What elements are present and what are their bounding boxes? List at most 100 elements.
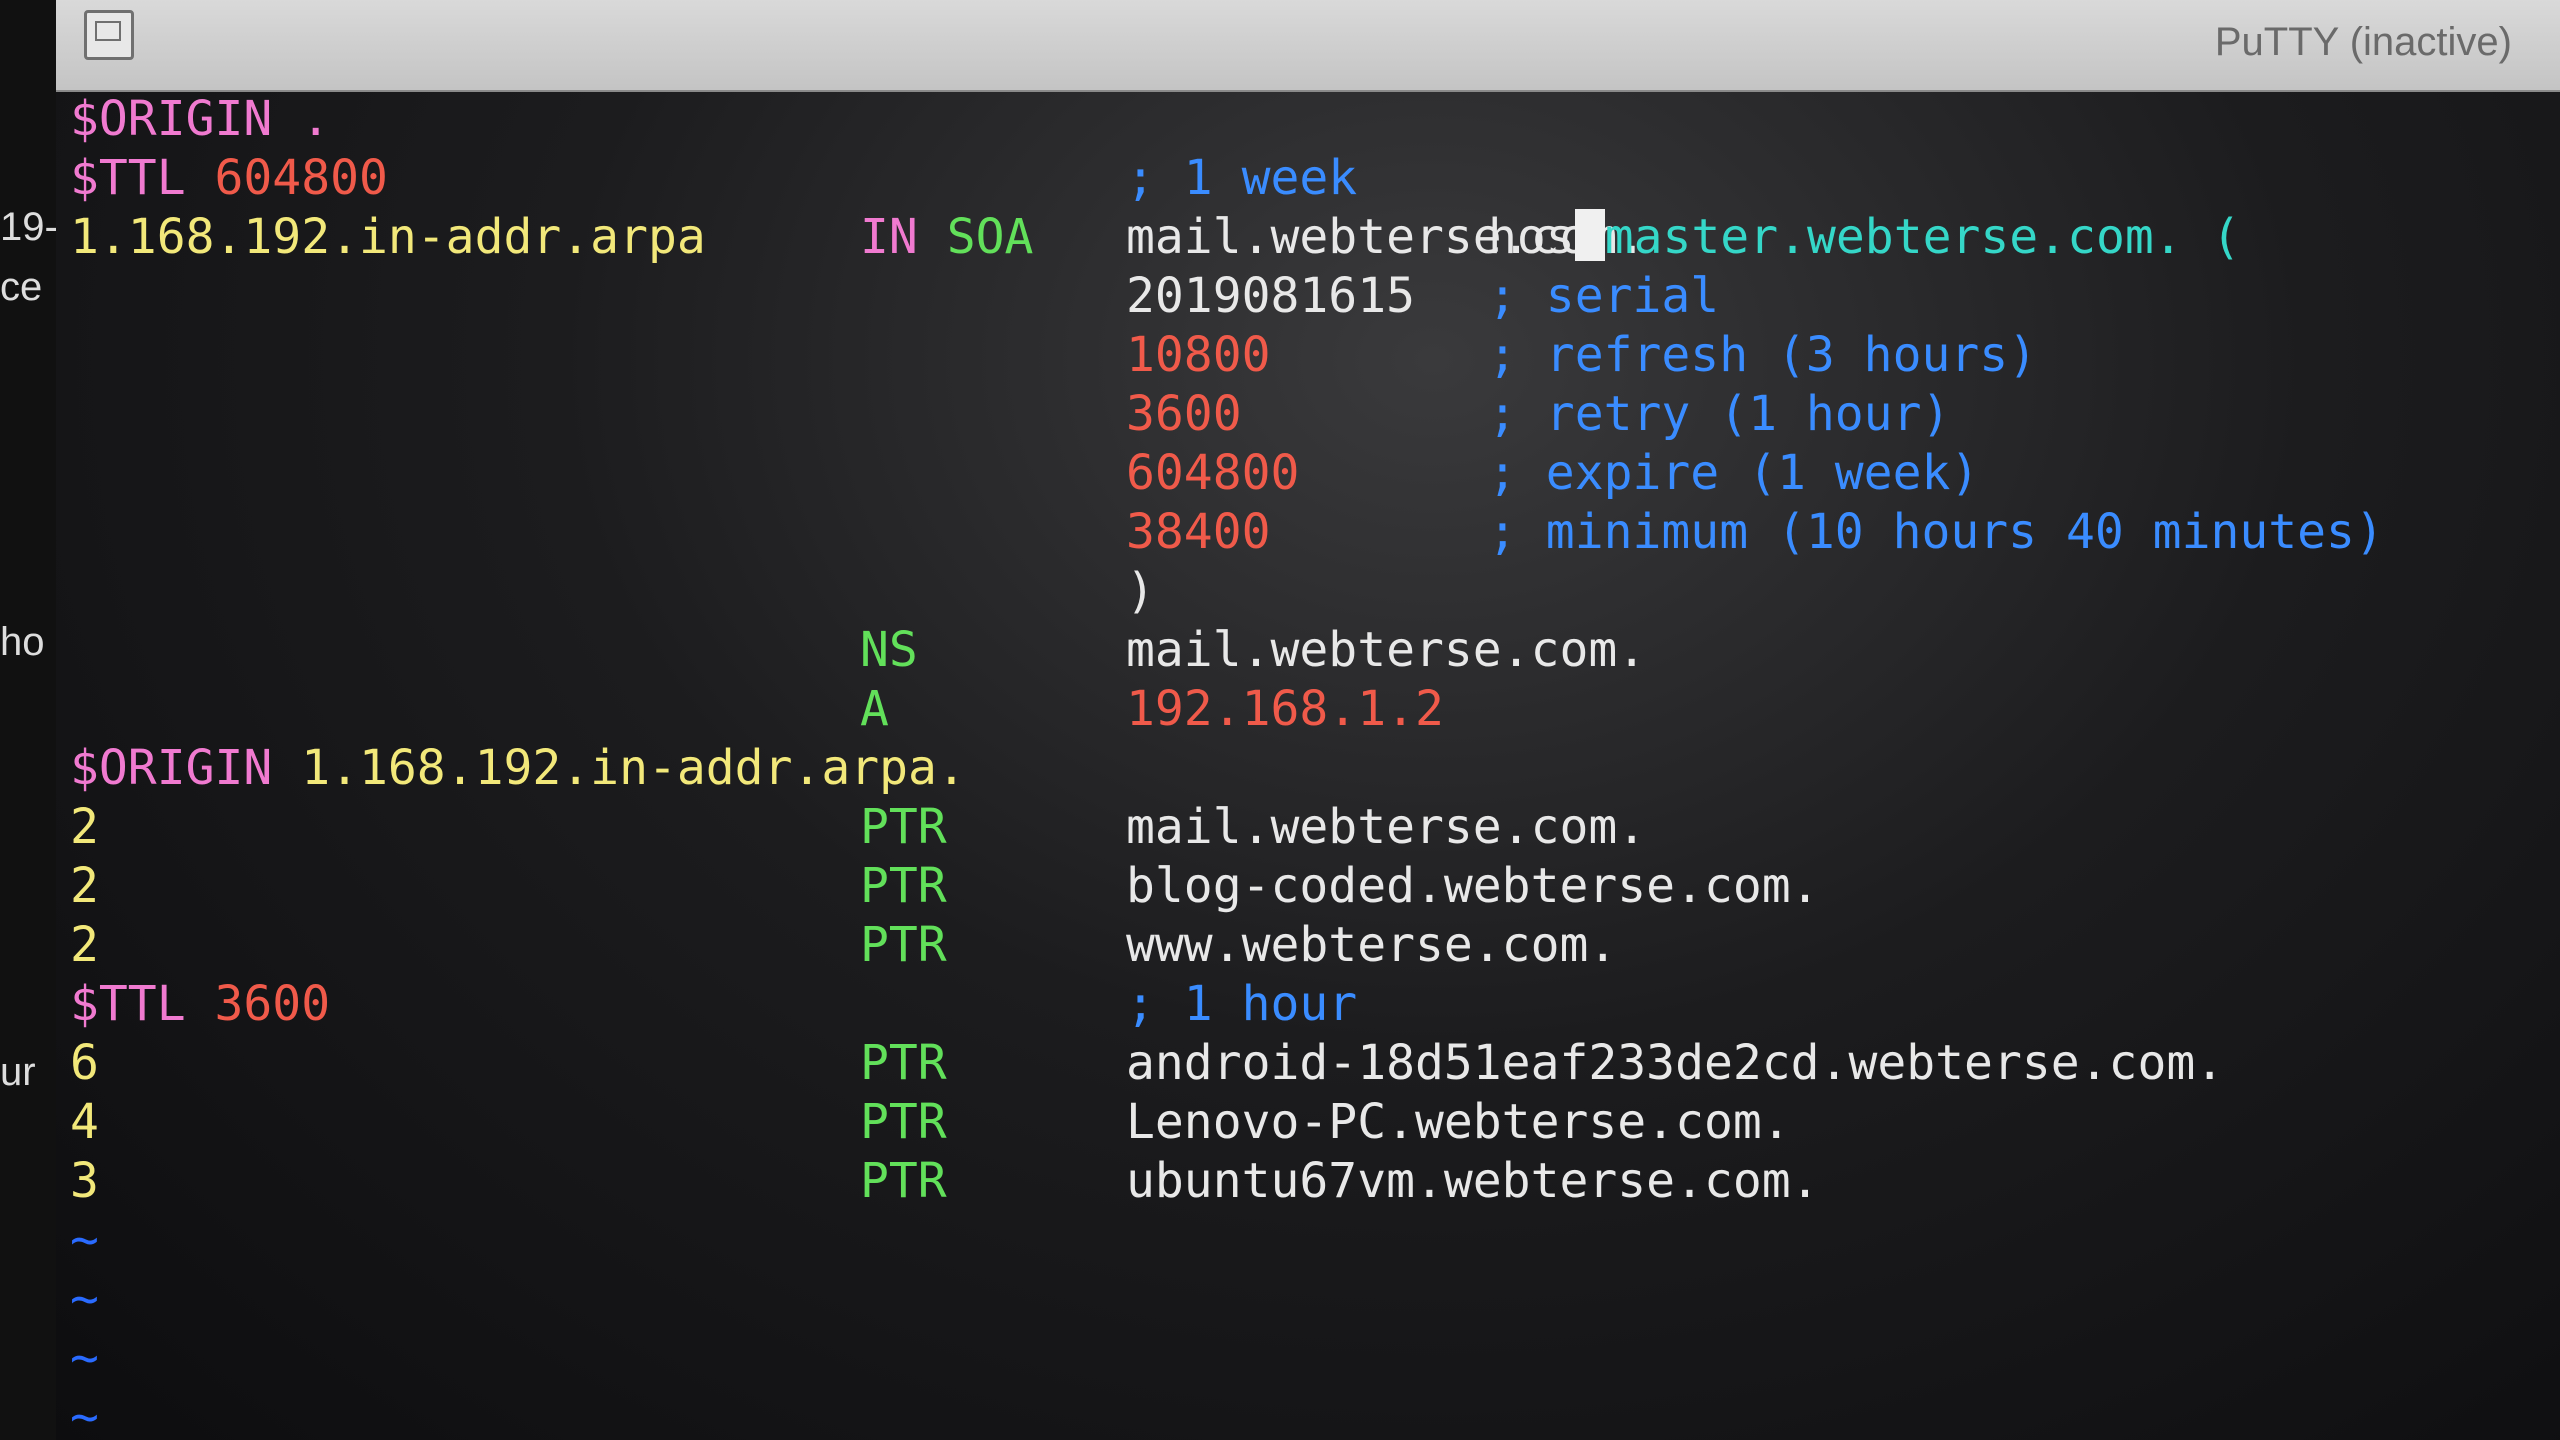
terminal-text: blog-coded.webterse.com. (1126, 858, 1820, 914)
terminal-text: 4 (70, 1094, 99, 1150)
terminal-line: 2019081615 ; serial (70, 267, 2560, 326)
terminal-text: ; serial (1488, 268, 1720, 324)
terminal-text: ~ (70, 1212, 99, 1268)
terminal-line: 4 PTR Lenovo-PC.webterse.com. (70, 1093, 2560, 1152)
terminal-text: 3600 (1126, 386, 1242, 442)
terminal-line: $ORIGIN . (70, 90, 2560, 149)
terminal-text: mail.webterse.com. (1126, 799, 1647, 855)
terminal-area[interactable]: $ORIGIN . $TTL 604800; 1 week 1.168.192.in… (70, 90, 2560, 1440)
terminal-text: PTR (860, 917, 947, 973)
terminal-column: 2019081615 (1126, 267, 1415, 326)
terminal-line: NS mail.webterse.com. (70, 621, 2560, 680)
terminal-text: 10800 (1126, 327, 1271, 383)
terminal-line: 2 PTR mail.webterse.com. (70, 798, 2560, 857)
terminal-text: android-18d51eaf233de2cd.webterse.com. (1126, 1035, 2225, 1091)
terminal-column: ~ (70, 1270, 99, 1329)
terminal-column: 2 (70, 916, 99, 975)
putty-app-icon[interactable] (84, 10, 134, 60)
terminal-line: 2 PTR blog-coded.webterse.com. (70, 857, 2560, 916)
terminal-column: ; minimum (10 hours 40 minutes) (1488, 503, 2384, 562)
terminal-text: master.webterse.com. ( (1604, 209, 2241, 265)
terminal-text: 2019081615 (1126, 268, 1415, 324)
terminal-column: 10800 (1126, 326, 1271, 385)
terminal-text: ; refresh (3 hours) (1488, 327, 2038, 383)
terminal-column: android-18d51eaf233de2cd.webterse.com. (1126, 1034, 2224, 1093)
window-title: PuTTY (inactive) (2214, 20, 2512, 64)
terminal-text: SOA (917, 209, 1034, 265)
terminal-text: PTR (860, 1035, 947, 1091)
terminal-text: 1.168.192.in-addr.arpa. (301, 740, 966, 796)
terminal-text: 2 (70, 917, 99, 973)
terminal-text: ; 1 week (1126, 150, 1358, 206)
terminal-text: ; minimum (10 hours 40 minutes) (1488, 504, 2384, 560)
terminal-column: PTR (860, 916, 947, 975)
terminal-column: ; retry (1 hour) (1488, 385, 1950, 444)
terminal-column: ; 1 week (1126, 149, 1357, 208)
terminal-text: 604800 (1126, 445, 1300, 501)
terminal-line: 3600 ; retry (1 hour) (70, 385, 2560, 444)
terminal-text: mail.webterse.com. (1126, 622, 1647, 678)
terminal-text: $TTL (70, 976, 215, 1032)
terminal-text: ; 1 hour (1126, 976, 1358, 1032)
terminal-text: 3600 (214, 976, 331, 1032)
terminal-text: ubuntu67vm.webterse.com. (1126, 1153, 1820, 1209)
terminal-column: NS (860, 621, 918, 680)
terminal-line: A 192.168.1.2 (70, 680, 2560, 739)
terminal-text: 2 (70, 858, 99, 914)
terminal-column: 6 (70, 1034, 99, 1093)
edge-text-fragment: ur (0, 1050, 36, 1094)
terminal-column: mail.webterse.com. (1126, 798, 1646, 857)
terminal-text: PTR (860, 1153, 947, 1209)
terminal-text: 38400 (1126, 504, 1271, 560)
terminal-text: NS (860, 622, 918, 678)
terminal-line: 6 PTR android-18d51eaf233de2cd.webterse.co… (70, 1034, 2560, 1093)
terminal-column: 2 (70, 857, 99, 916)
terminal-column: 192.168.1.2 (1126, 680, 1444, 739)
terminal-text: ~ (70, 1330, 99, 1386)
terminal-text: 1.168.192.in-addr.arpa (70, 209, 706, 265)
terminal-text: www.webterse.com. (1126, 917, 1618, 973)
terminal-text: 6 (70, 1035, 99, 1091)
terminal-column: Lenovo-PC.webterse.com. (1126, 1093, 1791, 1152)
terminal-column: ) (1126, 562, 1155, 621)
terminal-text: $ORIGIN . (70, 91, 331, 147)
terminal-column: 3 (70, 1152, 99, 1211)
left-background-strip: 19- ce ho ur (0, 0, 58, 1440)
edge-text-fragment: ce (0, 265, 43, 309)
terminal-column: $TTL 3600 (70, 975, 330, 1034)
terminal-column: 3600 (1126, 385, 1242, 444)
terminal-line: $ORIGIN 1.168.192.in-addr.arpa. (70, 739, 2560, 798)
terminal-column: PTR (860, 1152, 947, 1211)
terminal-column: ~ (70, 1329, 99, 1388)
terminal-column: 1.168.192.in-addr.arpa (70, 208, 706, 267)
terminal-text: PTR (860, 858, 947, 914)
terminal-column: www.webterse.com. (1126, 916, 1617, 975)
terminal-line: 38400 ; minimum (10 hours 40 minutes) (70, 503, 2560, 562)
terminal-text: Lenovo-PC.webterse.com. (1126, 1094, 1791, 1150)
putty-window[interactable]: PuTTY (inactive) $ORIGIN . $TTL 604800; 1… (56, 0, 2560, 1440)
terminal-line: 2 PTR www.webterse.com. (70, 916, 2560, 975)
terminal-column: IN SOA (860, 208, 1033, 267)
terminal-text: ; retry (1 hour) (1488, 386, 1951, 442)
terminal-column: $ORIGIN . (70, 90, 330, 149)
terminal-column: $TTL 604800 (70, 149, 388, 208)
terminal-column: $ORIGIN 1.168.192.in-addr.arpa. (70, 739, 966, 798)
terminal-column: 604800 (1126, 444, 1299, 503)
terminal-text: A (860, 681, 889, 737)
terminal-text: 2 (70, 799, 99, 855)
terminal-text: $ORIGIN (70, 740, 302, 796)
terminal-text: hos (1488, 209, 1575, 265)
terminal-column: PTR (860, 857, 947, 916)
terminal-line: ~ (70, 1388, 2560, 1440)
terminal-line: ~ (70, 1329, 2560, 1388)
terminal-column: 2 (70, 798, 99, 857)
title-bar[interactable]: PuTTY (inactive) (56, 0, 2560, 92)
terminal-column: A (860, 680, 889, 739)
terminal-text: IN (860, 209, 918, 265)
terminal-column: ~ (70, 1388, 99, 1440)
terminal-text: PTR (860, 1094, 947, 1150)
terminal-line: ~ (70, 1270, 2560, 1329)
terminal-line: 1.168.192.in-addr.arpa IN SOA mail.webters… (70, 208, 2560, 267)
terminal-column: ; refresh (3 hours) (1488, 326, 2037, 385)
terminal-text: 192.168.1.2 (1126, 681, 1444, 737)
